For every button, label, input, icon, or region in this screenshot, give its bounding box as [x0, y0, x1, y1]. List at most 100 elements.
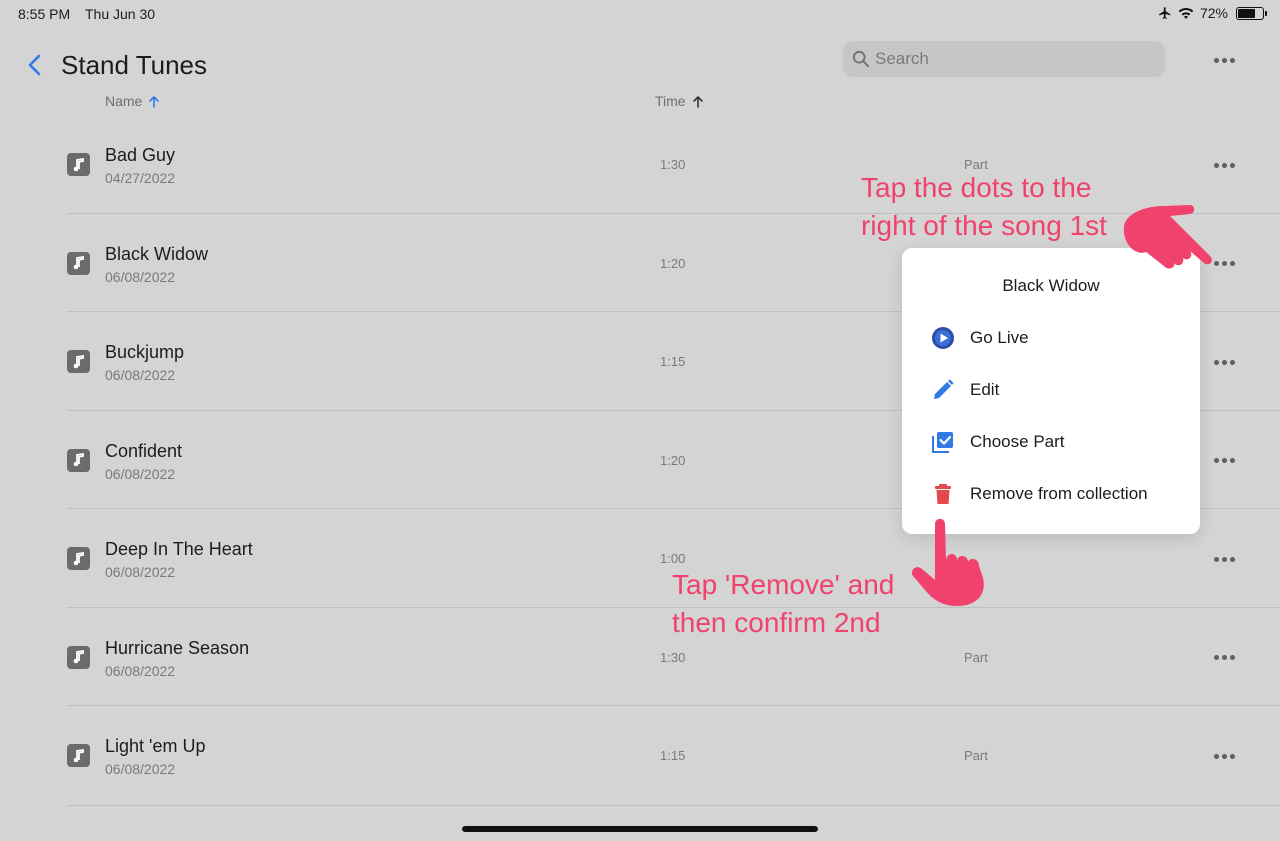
- song-time: 1:15: [660, 748, 686, 763]
- search-bar[interactable]: [843, 41, 1165, 77]
- dot: [1213, 57, 1219, 63]
- menu-item-go-live[interactable]: Go Live: [930, 318, 1190, 358]
- song-date: 06/08/2022: [105, 268, 176, 285]
- row-more-button[interactable]: [1207, 547, 1241, 571]
- song-time: 1:20: [660, 255, 686, 271]
- dot: [1221, 753, 1227, 759]
- menu-item-edit[interactable]: Edit: [930, 370, 1190, 410]
- annotation-line: Tap 'Remove' and: [672, 569, 895, 600]
- song-time: 1:15: [660, 354, 686, 369]
- song-name: Confident: [105, 440, 183, 461]
- status-time: 8:55 PM: [18, 6, 71, 22]
- menu-item-remove[interactable]: Remove from collection: [930, 474, 1190, 514]
- dot: [1229, 162, 1235, 168]
- menu-item-label: Go Live: [970, 328, 1029, 347]
- page-title: Stand Tunes: [61, 50, 207, 80]
- column-name-label: Name: [105, 93, 143, 109]
- dot: [1221, 162, 1227, 168]
- back-chevron-icon[interactable]: [24, 53, 46, 77]
- music-note-icon: [67, 350, 90, 373]
- dot: [1229, 359, 1235, 365]
- annotation-line: then confirm 2nd: [672, 607, 881, 638]
- battery-icon: [1236, 6, 1267, 20]
- song-name: Hurricane Season: [105, 637, 250, 658]
- menu-item-label: Edit: [970, 380, 1000, 399]
- context-menu-title: Black Widow: [1002, 276, 1100, 295]
- song-name: Light 'em Up: [105, 736, 206, 756]
- song-part: Part: [964, 649, 988, 665]
- pointing-hand-up-icon: [911, 518, 984, 606]
- menu-item-label: Choose Part: [970, 432, 1065, 451]
- dot: [1213, 556, 1219, 562]
- list-item[interactable]: Hurricane Season 06/08/2022 1:30 Part: [0, 608, 1280, 707]
- dot: [1229, 753, 1235, 759]
- song-part: Part: [964, 748, 988, 763]
- play-circle-icon: [930, 325, 956, 351]
- dot: [1229, 655, 1235, 660]
- song-name: Bad Guy: [105, 145, 176, 165]
- annotation-step-1: Tap the dots to the right of the song 1s…: [861, 169, 1107, 245]
- annotation-line: right of the song 1st: [861, 210, 1107, 241]
- music-note-icon: [67, 153, 90, 176]
- song-name: Buckjump: [105, 342, 185, 362]
- column-header-time[interactable]: Time: [655, 93, 704, 109]
- song-date: 04/27/2022: [105, 170, 176, 186]
- music-note-icon: [67, 744, 90, 767]
- status-indicators: 72%: [1158, 5, 1267, 21]
- header-more-button[interactable]: [1207, 48, 1241, 72]
- status-bar: 8:55 PM Thu Jun 30 72%: [0, 0, 1280, 28]
- context-menu: Black Widow Go Live Edit Choose Part Rem…: [902, 248, 1200, 534]
- song-date: 06/08/2022: [105, 465, 176, 482]
- search-icon: [852, 50, 870, 68]
- pointing-hand-right-icon: [1123, 205, 1212, 269]
- menu-item-choose-part[interactable]: Choose Part: [930, 422, 1190, 462]
- row-more-button[interactable]: [1207, 153, 1241, 177]
- dot: [1213, 458, 1219, 463]
- row-more-button[interactable]: [1207, 449, 1241, 473]
- menu-item-label: Remove from collection: [970, 484, 1148, 503]
- status-date: Thu Jun 30: [85, 6, 156, 22]
- dot: [1213, 753, 1219, 759]
- list-item[interactable]: Light 'em Up 06/08/2022 1:15 Part: [0, 706, 1280, 805]
- song-date: 06/08/2022: [105, 662, 176, 679]
- annotation-line: Tap the dots to the: [861, 172, 1092, 203]
- song-time: 1:30: [660, 157, 686, 172]
- checkbox-stack-icon: [930, 429, 956, 455]
- home-indicator[interactable]: [462, 826, 818, 832]
- airplane-icon: [1159, 7, 1171, 19]
- dot: [1221, 556, 1227, 562]
- row-more-button[interactable]: [1207, 646, 1241, 670]
- trash-icon: [930, 481, 956, 507]
- annotation-step-2: Tap 'Remove' and then confirm 2nd: [672, 566, 894, 642]
- dot: [1221, 458, 1227, 463]
- column-header-name[interactable]: Name: [105, 93, 160, 109]
- pencil-icon: [930, 377, 956, 403]
- dot: [1229, 556, 1235, 562]
- dot: [1213, 162, 1219, 168]
- song-name: Deep In The Heart: [105, 539, 253, 559]
- dot: [1229, 57, 1235, 63]
- music-note-icon: [67, 645, 90, 669]
- battery-percent: 72%: [1199, 5, 1228, 21]
- row-more-button[interactable]: [1207, 744, 1241, 768]
- search-input[interactable]: [875, 41, 1155, 77]
- song-date: 06/08/2022: [105, 761, 176, 777]
- music-note-icon: [67, 251, 90, 275]
- wifi-icon: [1178, 7, 1194, 19]
- dot: [1221, 359, 1227, 365]
- music-note-icon: [67, 448, 90, 472]
- battery-fill: [1238, 8, 1255, 18]
- column-time-label: Time: [655, 93, 686, 109]
- dot: [1213, 655, 1219, 660]
- dot: [1221, 261, 1227, 266]
- dot: [1221, 655, 1227, 660]
- song-date: 06/08/2022: [105, 564, 176, 580]
- dot: [1221, 57, 1227, 63]
- sort-ascending-icon: [149, 95, 160, 108]
- dot: [1229, 458, 1235, 463]
- dot: [1213, 359, 1219, 365]
- sort-ascending-icon: [692, 95, 703, 108]
- song-time: 1:00: [660, 551, 686, 566]
- row-more-button[interactable]: [1207, 350, 1241, 374]
- music-note-icon: [67, 547, 90, 570]
